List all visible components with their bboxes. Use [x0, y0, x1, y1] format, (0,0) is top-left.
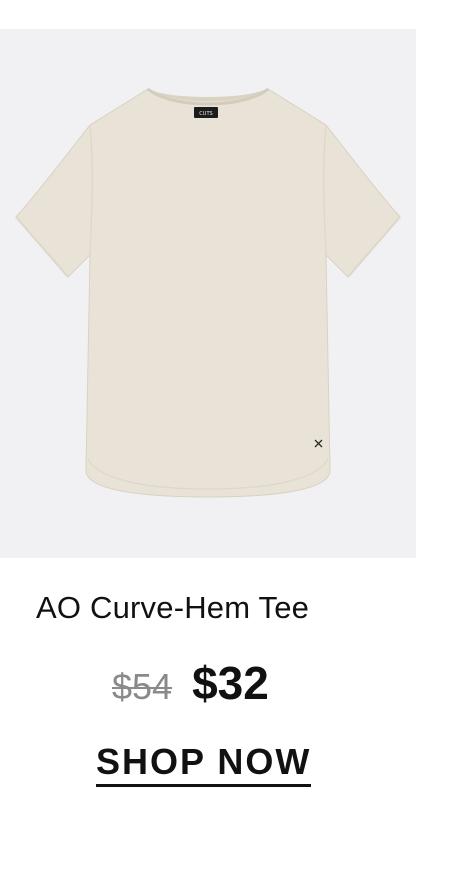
tshirt-illustration: CUTS — [15, 87, 401, 498]
price-row: $54 $32 — [112, 656, 269, 709]
sale-price: $32 — [192, 657, 269, 709]
neck-label-text: CUTS — [199, 111, 212, 117]
tshirt-body — [15, 88, 401, 498]
original-price: $54 — [112, 666, 173, 707]
product-title[interactable]: AO Curve-Hem Tee — [36, 588, 309, 628]
product-image[interactable]: CUTS — [0, 29, 416, 558]
shop-now-button[interactable]: SHOP NOW — [96, 742, 312, 787]
